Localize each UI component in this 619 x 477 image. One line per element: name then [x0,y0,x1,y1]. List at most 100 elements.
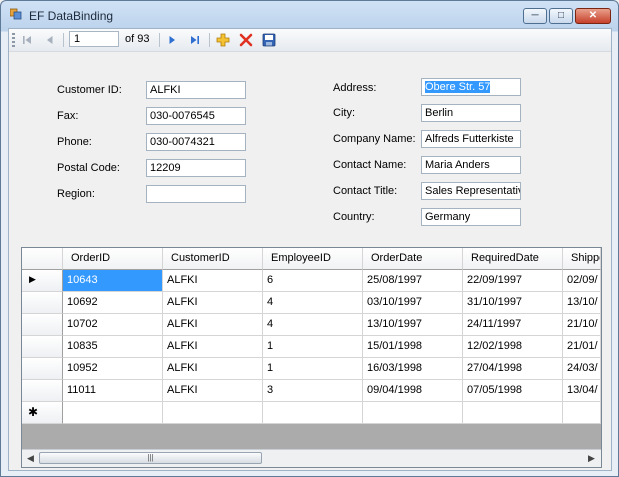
country-field[interactable]: Germany [421,208,521,226]
horizontal-scrollbar[interactable]: ◀ ||| ▶ [22,449,601,467]
table-cell[interactable]: 1 [263,336,363,358]
row-header[interactable] [22,380,63,402]
window-title: EF DataBinding [29,9,114,23]
table-cell[interactable]: 21/10/ [563,314,601,336]
move-previous-button[interactable] [42,32,58,48]
delete-button[interactable] [238,32,254,48]
table-cell[interactable]: 07/05/1998 [463,380,563,402]
row-header[interactable] [22,292,63,314]
add-new-button[interactable] [215,32,231,48]
table-cell[interactable]: ALFKI [163,314,263,336]
table-cell[interactable]: 6 [263,270,363,292]
column-header[interactable]: RequiredDate [463,248,563,270]
close-button[interactable]: ✕ [575,8,611,24]
toolbar-separator [159,33,160,47]
table-cell[interactable]: 10952 [63,358,163,380]
table-cell[interactable]: ALFKI [163,380,263,402]
scroll-left-icon[interactable]: ◀ [23,451,38,466]
move-previous-icon [47,36,53,44]
table-cell[interactable]: 10835 [63,336,163,358]
table-cell[interactable]: 25/08/1997 [363,270,463,292]
table-cell[interactable]: 10643 [63,270,163,292]
binding-navigator: 1 of 93 [9,29,611,52]
address-field[interactable]: Obere Str. 57 [421,78,521,96]
table-cell[interactable]: ALFKI [163,270,263,292]
contact-name-field[interactable]: Maria Anders [421,156,521,174]
table-cell[interactable]: 15/01/1998 [363,336,463,358]
fax-field[interactable]: 030-0076545 [146,107,246,125]
scroll-thumb[interactable]: ||| [39,452,262,464]
contact-title-field[interactable]: Sales Representativ [421,182,521,200]
table-cell[interactable]: 3 [263,380,363,402]
position-item-input[interactable]: 1 [69,31,119,47]
column-header[interactable]: CustomerID [163,248,263,270]
table-cell[interactable]: 12/02/1998 [463,336,563,358]
phone-label: Phone: [57,136,92,148]
column-header[interactable]: OrderDate [363,248,463,270]
table-cell[interactable]: 1 [263,358,363,380]
table-cell[interactable]: 21/01/ [563,336,601,358]
move-last-button[interactable] [187,32,203,48]
table-cell[interactable]: 10702 [63,314,163,336]
move-next-button[interactable] [164,32,180,48]
table-cell[interactable]: 31/10/1997 [463,292,563,314]
save-button[interactable] [261,32,277,48]
new-row-cell[interactable] [563,402,601,424]
table-cell[interactable]: ALFKI [163,336,263,358]
table-cell[interactable]: 24/03/ [563,358,601,380]
row-header[interactable] [22,314,63,336]
table-cell[interactable]: 22/09/1997 [463,270,563,292]
column-header[interactable]: EmployeeID [263,248,363,270]
row-header[interactable]: ▶ [22,270,63,292]
move-first-button[interactable] [19,32,35,48]
maximize-icon: □ [557,10,565,21]
add-new-icon [216,33,230,47]
table-cell[interactable]: ALFKI [163,358,263,380]
title-bar[interactable]: EF DataBinding ─ □ ✕ [1,1,618,29]
table-cell[interactable]: 4 [263,292,363,314]
minimize-button[interactable]: ─ [523,8,547,24]
new-row-cell[interactable] [63,402,163,424]
minimize-icon: ─ [531,10,539,21]
table-cell[interactable]: ALFKI [163,292,263,314]
grid-corner-header[interactable] [22,248,63,270]
postal-code-field[interactable]: 12209 [146,159,246,177]
new-row-cell[interactable] [363,402,463,424]
new-row-cell[interactable] [263,402,363,424]
new-row-header[interactable]: ✱ [22,402,63,424]
table-cell[interactable]: 13/10/ [563,292,601,314]
table-cell[interactable]: 24/11/1997 [463,314,563,336]
row-header[interactable] [22,358,63,380]
delete-icon [239,33,253,47]
contact-name-label: Contact Name: [333,159,407,171]
phone-field[interactable]: 030-0074321 [146,133,246,151]
table-cell[interactable]: 02/09/ [563,270,601,292]
table-cell[interactable]: 10692 [63,292,163,314]
move-first-icon [23,36,31,44]
new-row-cell[interactable] [163,402,263,424]
address-field-value: Obere Str. 57 [425,81,491,93]
table-cell[interactable]: 03/10/1997 [363,292,463,314]
table-cell[interactable]: 16/03/1998 [363,358,463,380]
app-window: EF DataBinding ─ □ ✕ 1 of 93 Customer ID… [0,0,619,477]
table-cell[interactable]: 4 [263,314,363,336]
move-next-icon [169,36,175,44]
company-name-field[interactable]: Alfreds Futterkiste [421,130,521,148]
table-cell[interactable]: 11011 [63,380,163,402]
city-field[interactable]: Berlin [421,104,521,122]
column-header[interactable]: Shippe [563,248,601,270]
column-header[interactable]: OrderID [63,248,163,270]
maximize-button[interactable]: □ [549,8,573,24]
table-cell[interactable]: 13/04/ [563,380,601,402]
region-field[interactable] [146,185,246,203]
toolbar-grip[interactable] [12,33,15,47]
table-cell[interactable]: 27/04/1998 [463,358,563,380]
table-cell[interactable]: 09/04/1998 [363,380,463,402]
row-header[interactable] [22,336,63,358]
scroll-right-icon[interactable]: ▶ [584,451,599,466]
orders-grid[interactable]: OrderID CustomerID EmployeeID OrderDate Requ… [21,247,602,468]
customer-id-field[interactable]: ALFKI [146,81,246,99]
new-row-cell[interactable] [463,402,563,424]
customer-id-label: Customer ID: [57,84,122,96]
table-cell[interactable]: 13/10/1997 [363,314,463,336]
